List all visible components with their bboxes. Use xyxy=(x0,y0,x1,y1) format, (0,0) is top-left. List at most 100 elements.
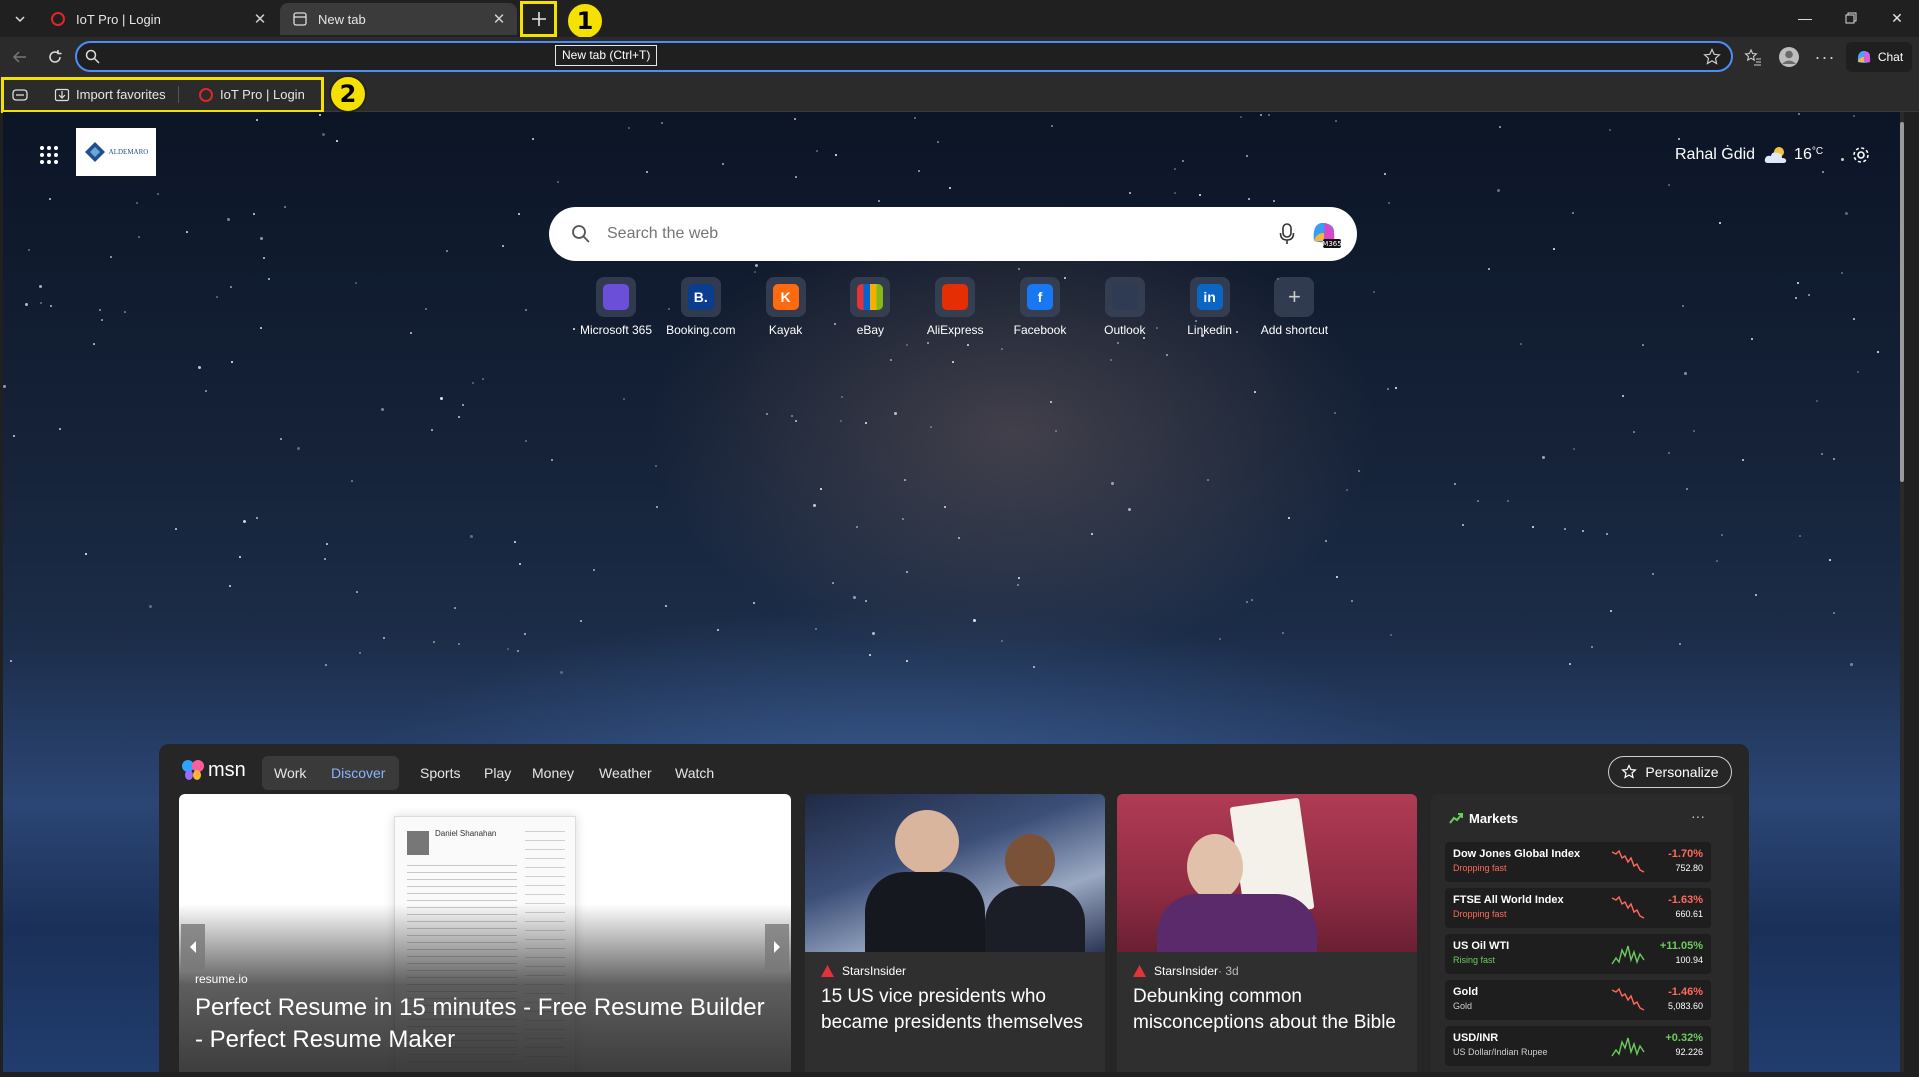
star-dot xyxy=(930,426,932,428)
star-dot xyxy=(1816,400,1818,402)
page-settings-button[interactable] xyxy=(1847,141,1875,169)
web-search-box[interactable]: M365 xyxy=(549,207,1357,261)
star-dot xyxy=(1273,200,1275,202)
personalize-button[interactable]: Personalize xyxy=(1608,756,1732,788)
star-dot xyxy=(967,344,969,346)
star-dot xyxy=(1564,528,1566,530)
star-dot xyxy=(1111,482,1114,485)
favorites-list-icon xyxy=(1744,48,1761,66)
star-dot xyxy=(243,520,246,523)
tab-actions-menu[interactable] xyxy=(4,6,36,32)
nav-tab-play[interactable]: Play xyxy=(484,757,511,789)
article-card[interactable]: StarsInsider 15 US vice presidents who b… xyxy=(805,794,1105,1072)
nav-tab-work[interactable]: Work xyxy=(274,757,306,789)
close-tab-icon[interactable]: ✕ xyxy=(248,10,272,28)
page-scrollbar[interactable] xyxy=(1900,112,1904,1072)
tab-iot-login[interactable]: IoT Pro | Login ✕ xyxy=(38,3,278,35)
settings-and-more-button[interactable]: ··· xyxy=(1809,37,1841,77)
star-dot xyxy=(832,582,834,584)
nav-tab-sports[interactable]: Sports xyxy=(420,757,460,789)
shortcut-aliexpress[interactable]: AliExpress xyxy=(913,277,997,337)
star-dot xyxy=(230,286,232,288)
market-row[interactable]: FTSE All World Index Dropping fast -1.63% 6… xyxy=(1445,888,1711,928)
article-card[interactable]: StarsInsider · 3d Debunking common misco… xyxy=(1117,794,1417,1072)
nav-tab-discover[interactable]: Discover xyxy=(331,757,385,789)
tab-new-tab[interactable]: New tab ✕ xyxy=(280,3,517,35)
microphone-icon[interactable] xyxy=(1279,222,1295,246)
star-favorite-icon[interactable] xyxy=(1703,48,1721,66)
shortcut-booking-com[interactable]: B. Booking.com xyxy=(659,277,743,337)
shortcut-linkedin[interactable]: in Linkedin xyxy=(1168,277,1252,337)
star-dot xyxy=(1050,401,1052,403)
star-dot xyxy=(1572,212,1574,214)
star-dot xyxy=(661,122,663,124)
shortcut-outlook[interactable]: Outlook xyxy=(1083,277,1167,337)
star-dot xyxy=(1520,343,1522,345)
star-dot xyxy=(944,506,946,508)
star-dot xyxy=(1684,372,1687,375)
star-dot xyxy=(1841,158,1844,161)
scrollbar-thumb[interactable] xyxy=(1900,122,1904,482)
market-row[interactable]: Dow Jones Global Index Dropping fast -1.70… xyxy=(1445,842,1711,882)
shortcut-add-shortcut[interactable]: + Add shortcut xyxy=(1252,277,1336,337)
user-weather-area[interactable]: Rahal Ġdid 16 °C xyxy=(1675,143,1823,167)
market-subtitle: Gold xyxy=(1453,1001,1473,1011)
star-dot xyxy=(260,237,263,240)
markets-more-button[interactable]: ··· xyxy=(1691,808,1705,824)
carousel-prev-button[interactable] xyxy=(181,924,205,970)
shortcut-tile: B. xyxy=(680,277,721,317)
nav-label: Discover xyxy=(331,765,386,781)
shortcut-kayak[interactable]: K Kayak xyxy=(744,277,828,337)
hero-article-card[interactable]: Daniel Shanahan resume.io Perfect Resume… xyxy=(179,794,791,1072)
organization-logo[interactable]: ALDEMARO xyxy=(76,128,156,176)
article-title[interactable]: 15 US vice presidents who became preside… xyxy=(821,984,1091,1036)
market-row[interactable]: USD/INR US Dollar/Indian Rupee +0.32% 92.22… xyxy=(1445,1026,1711,1066)
refresh-button[interactable] xyxy=(39,37,71,77)
person-silhouette xyxy=(865,872,985,952)
star-dot xyxy=(253,213,255,215)
nav-tab-money[interactable]: Money xyxy=(532,757,574,789)
close-tab-icon[interactable]: ✕ xyxy=(487,10,511,28)
star-dot xyxy=(1143,337,1145,339)
market-row[interactable]: Gold Gold -1.46% 5,083.60 xyxy=(1445,980,1711,1020)
star-dot xyxy=(890,359,892,361)
nav-tab-weather[interactable]: Weather xyxy=(599,757,652,789)
star-dot xyxy=(13,435,15,437)
carousel-next-button[interactable] xyxy=(765,924,789,970)
shortcut-label: Linkedin xyxy=(1187,323,1232,337)
favorites-button[interactable] xyxy=(1737,37,1769,77)
copilot-chat-button[interactable]: Chat xyxy=(1846,42,1912,72)
shortcut-facebook[interactable]: f Facebook xyxy=(998,277,1082,337)
msn-brand[interactable]: msn xyxy=(181,754,246,786)
copilot-m365-icon[interactable]: M365 xyxy=(1309,219,1341,249)
profile-button[interactable] xyxy=(1773,37,1805,77)
market-row[interactable]: US Oil WTI Rising fast +11.05% 100.94 xyxy=(1445,934,1711,974)
address-bar[interactable] xyxy=(75,41,1733,72)
restore-button[interactable] xyxy=(1828,0,1874,36)
tab-strip: IoT Pro | Login ✕ New tab ✕ 1 — ✕ xyxy=(0,0,1919,40)
back-button[interactable] xyxy=(4,37,36,77)
hero-title[interactable]: Perfect Resume in 15 minutes - Free Resu… xyxy=(195,992,775,1056)
apps-launcher-button[interactable] xyxy=(35,141,63,169)
shortcut-ebay[interactable]: eBay xyxy=(828,277,912,337)
article-title[interactable]: Debunking common misconceptions about th… xyxy=(1133,984,1403,1036)
star-dot xyxy=(1182,160,1184,162)
nav-tab-watch[interactable]: Watch xyxy=(675,757,714,789)
web-search-input[interactable] xyxy=(607,221,1207,247)
minimize-button[interactable]: — xyxy=(1782,0,1828,36)
star-dot xyxy=(1833,458,1835,460)
star-dot xyxy=(894,412,897,415)
article-image-politicians xyxy=(805,794,1105,952)
cloudy-weather-icon xyxy=(1764,147,1787,163)
star-dot xyxy=(755,264,758,267)
shortcut-microsoft-365[interactable]: Microsoft 365 xyxy=(574,277,658,337)
markets-header[interactable]: Markets xyxy=(1449,808,1518,828)
resume-name: Daniel Shanahan xyxy=(435,829,497,838)
star-dot xyxy=(458,643,460,645)
star-dot xyxy=(1795,297,1797,299)
star-dot xyxy=(1569,663,1571,665)
star-dot xyxy=(1799,535,1801,537)
close-window-button[interactable]: ✕ xyxy=(1874,0,1919,36)
shortcut-tile: f xyxy=(1020,277,1060,317)
star-dot xyxy=(1199,194,1201,196)
